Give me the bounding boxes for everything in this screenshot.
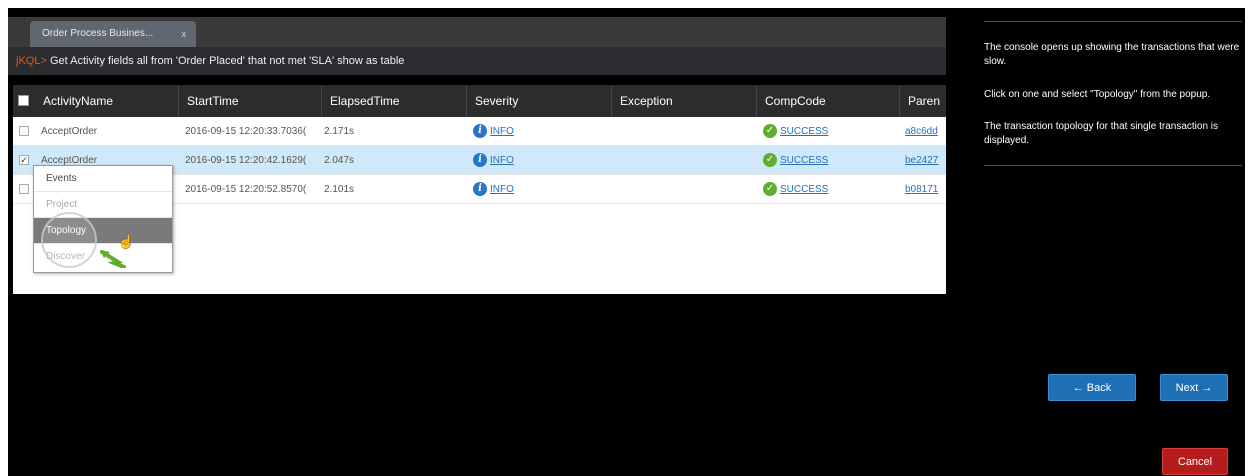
context-menu: Events Project Topology Discover ☝ (33, 165, 173, 273)
info-icon: i (473, 182, 487, 197)
row-checkbox[interactable]: ✓ (19, 155, 29, 165)
column-header-elapsedtime[interactable]: ElapsedTime (321, 85, 466, 117)
cell-compcode: ✓ SUCCESS (757, 175, 897, 204)
info-icon: i (473, 153, 487, 168)
query-bar: jKQL> Get Activity fields all from 'Orde… (8, 47, 946, 75)
cell-severity: i INFO (467, 146, 607, 175)
check-circle-icon: ✓ (763, 153, 777, 168)
next-button[interactable]: Next → (1160, 374, 1228, 401)
compcode-link[interactable]: SUCCESS (780, 155, 828, 166)
cell-starttime: 2016-09-15 12:20:52.8570( (185, 184, 307, 195)
severity-link[interactable]: INFO (490, 155, 514, 166)
cell-exception (611, 146, 751, 175)
cancel-button[interactable]: Cancel (1162, 448, 1228, 475)
column-header-activityname[interactable]: ActivityName (35, 85, 183, 117)
cell-elapsedtime: 2.171s (324, 126, 355, 137)
tab-label: Order Process Busines... (42, 28, 154, 39)
cell-exception (611, 175, 751, 204)
check-circle-icon: ✓ (763, 182, 777, 197)
cell-compcode: ✓ SUCCESS (757, 146, 897, 175)
info-icon: i (473, 124, 487, 139)
compcode-link[interactable]: SUCCESS (780, 126, 828, 137)
instruction-text-3: The transaction topology for that single… (984, 121, 1219, 146)
query-text: Get Activity fields all from 'Order Plac… (46, 55, 405, 67)
close-icon[interactable]: x (182, 21, 187, 47)
click-highlight-circle (41, 212, 97, 268)
cell-exception (611, 117, 751, 146)
parent-link[interactable]: be2427 (905, 155, 938, 166)
cell-starttime: 2016-09-15 12:20:42.1629( (185, 155, 307, 166)
divider-top (984, 21, 1242, 22)
tab-order-process[interactable]: Order Process Busines... x (30, 21, 196, 47)
column-header-parent[interactable]: Paren (899, 85, 946, 117)
cell-severity: i INFO (467, 117, 607, 146)
cell-parent: a8c6dd (899, 117, 946, 146)
cell-elapsedtime: 2.101s (324, 184, 355, 195)
check-circle-icon: ✓ (763, 124, 777, 139)
cell-compcode: ✓ SUCCESS (757, 117, 897, 146)
severity-link[interactable]: INFO (490, 184, 514, 195)
instruction-text-1: The console opens up showing the transac… (984, 42, 1240, 67)
hand-cursor-icon: ☝ (118, 234, 135, 249)
row-checkbox[interactable] (19, 126, 29, 136)
parent-link[interactable]: b08171 (905, 184, 938, 195)
query-prefix: jKQL> (16, 55, 47, 67)
column-header-compcode[interactable]: CompCode (756, 85, 901, 117)
table-header: ActivityName StartTime ElapsedTime Sever… (13, 85, 946, 117)
menu-item-events[interactable]: Events (34, 166, 172, 192)
instruction-text-2: Click on one and select "Topology" from … (984, 89, 1211, 100)
table-row[interactable]: AcceptOrder 2016-09-15 12:20:33.7036( 2.… (13, 117, 946, 146)
cell-starttime: 2016-09-15 12:20:33.7036( (185, 126, 307, 137)
cell-activityname: AcceptOrder (41, 126, 98, 137)
arrow-pointer-icon (100, 250, 126, 268)
compcode-link[interactable]: SUCCESS (780, 184, 828, 195)
select-all-checkbox[interactable] (18, 95, 29, 106)
cell-parent: b08171 (899, 175, 946, 204)
parent-link[interactable]: a8c6dd (905, 126, 938, 137)
cell-elapsedtime: 2.047s (324, 155, 355, 166)
menu-item-project[interactable]: Project (34, 192, 172, 218)
tab-bar: Order Process Busines... x (8, 17, 946, 47)
column-header-severity[interactable]: Severity (466, 85, 611, 117)
cell-severity: i INFO (467, 175, 607, 204)
back-button[interactable]: ← Back (1048, 374, 1136, 401)
divider-bottom (984, 165, 1242, 166)
column-header-exception[interactable]: Exception (611, 85, 756, 117)
severity-link[interactable]: INFO (490, 126, 514, 137)
cell-parent: be2427 (899, 146, 946, 175)
row-checkbox[interactable] (19, 184, 29, 194)
column-header-starttime[interactable]: StartTime (178, 85, 323, 117)
